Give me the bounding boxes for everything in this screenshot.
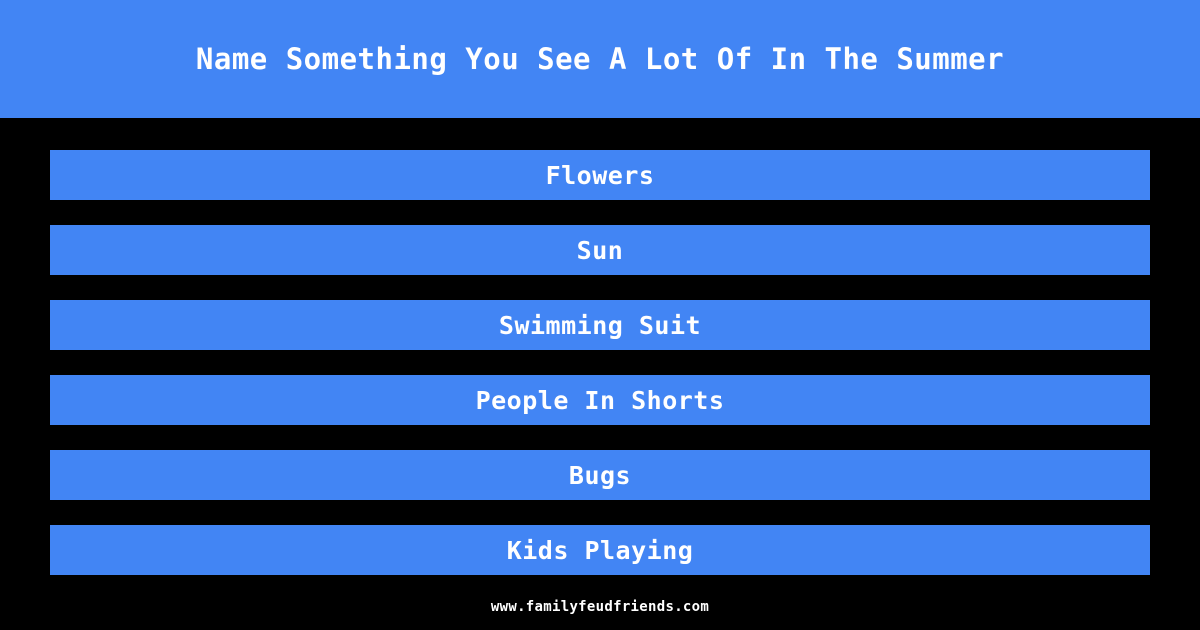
answer-label: Bugs bbox=[568, 460, 632, 490]
question-header-band: Name Something You See A Lot Of In The S… bbox=[0, 0, 1200, 118]
footer: www.familyfeudfriends.com bbox=[0, 596, 1200, 618]
answer-row[interactable]: Swimming Suit bbox=[50, 300, 1150, 350]
answer-card: Name Something You See A Lot Of In The S… bbox=[0, 0, 1200, 630]
answer-row[interactable]: Sun bbox=[50, 225, 1150, 275]
answer-label: Flowers bbox=[545, 160, 655, 190]
question-title: Name Something You See A Lot Of In The S… bbox=[195, 41, 1005, 76]
answer-label: Kids Playing bbox=[506, 535, 694, 565]
answer-label: Sun bbox=[576, 235, 624, 265]
answers-list: Flowers Sun Swimming Suit People In Shor… bbox=[50, 150, 1150, 575]
site-url[interactable]: www.familyfeudfriends.com bbox=[491, 600, 709, 614]
answer-row[interactable]: Flowers bbox=[50, 150, 1150, 200]
answer-row[interactable]: Kids Playing bbox=[50, 525, 1150, 575]
answer-row[interactable]: People In Shorts bbox=[50, 375, 1150, 425]
answer-label: People In Shorts bbox=[475, 385, 725, 415]
answer-label: Swimming Suit bbox=[498, 310, 702, 340]
answer-row[interactable]: Bugs bbox=[50, 450, 1150, 500]
